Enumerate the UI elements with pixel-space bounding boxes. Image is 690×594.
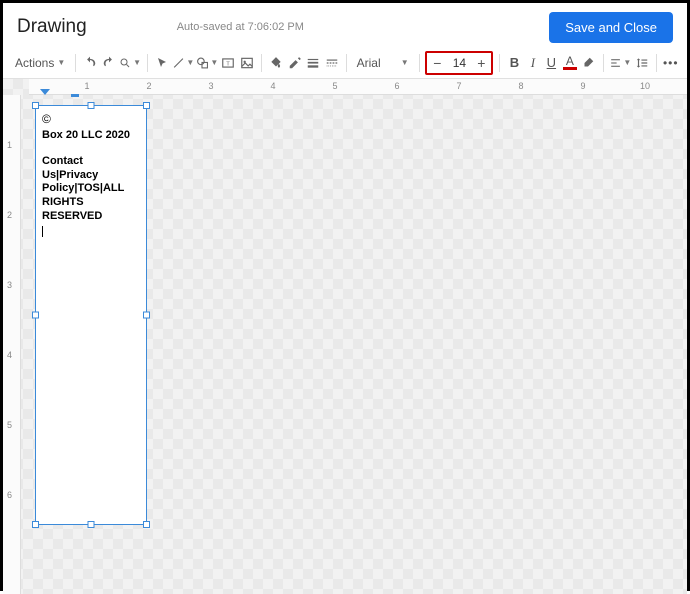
bold-button[interactable]: B [506,52,522,74]
actions-dropdown[interactable]: Actions ▼ [11,54,69,72]
font-family-dropdown[interactable]: Arial ▼ [353,56,413,70]
zoom-dropdown[interactable]: ▼ [119,52,141,74]
cursor-icon [156,57,168,69]
separator [603,54,604,72]
ruler-tick: 3 [7,280,12,290]
ruler-tick: 4 [270,81,275,91]
separator [656,54,657,72]
highlighter-icon [581,56,595,70]
text-color-button[interactable]: A [562,52,578,74]
ruler-tick: 6 [394,81,399,91]
vertical-ruler: 1 2 3 4 5 6 [3,95,21,594]
paint-bucket-icon [269,56,283,70]
resize-handle-tl[interactable] [32,102,39,109]
resize-handle-bl[interactable] [32,521,39,528]
underline-button[interactable]: U [543,52,559,74]
line-weight-icon [306,56,320,70]
align-icon [609,56,622,70]
ruler-tick: 6 [7,490,12,500]
pencil-icon [288,56,302,70]
image-icon [240,56,254,70]
canvas-inner: © Box 20 LLC 2020 Contact Us|Privacy Pol… [23,97,687,594]
chevron-down-icon: ▼ [133,58,141,67]
shape-tool[interactable]: ▼ [196,52,218,74]
text-caret [42,226,43,237]
separator [261,54,262,72]
ellipsis-icon: ••• [663,56,679,70]
chevron-down-icon: ▼ [401,58,409,67]
undo-button[interactable] [82,52,98,74]
textbox-icon: T [221,56,235,70]
italic-button[interactable]: I [525,52,541,74]
border-weight-button[interactable] [305,52,321,74]
horizontal-ruler: 1 2 3 4 5 6 7 8 9 10 [29,79,687,95]
toolbar: Actions ▼ ▼ ▼ ▼ T Arial [3,47,687,79]
font-size-increase-button[interactable]: + [472,54,490,72]
ruler-tick: 7 [456,81,461,91]
fill-color-button[interactable] [268,52,284,74]
border-color-button[interactable] [286,52,302,74]
redo-button[interactable] [101,52,117,74]
border-dash-button[interactable] [323,52,339,74]
font-size-input[interactable] [446,55,472,71]
font-name: Arial [357,56,381,70]
resize-handle-tr[interactable] [143,102,150,109]
svg-text:T: T [227,61,231,67]
ruler-tick: 3 [208,81,213,91]
separator [147,54,148,72]
resize-handle-tm[interactable] [88,102,95,109]
chevron-down-icon: ▼ [57,58,65,67]
selected-text-box[interactable]: © Box 20 LLC 2020 Contact Us|Privacy Pol… [35,105,147,525]
textbox-tool[interactable]: T [220,52,236,74]
ruler-tick: 9 [580,81,585,91]
ruler-tick: 2 [7,210,12,220]
resize-handle-br[interactable] [143,521,150,528]
ruler-tick: 10 [640,81,650,91]
zoom-icon [119,56,131,70]
separator [346,54,347,72]
ruler-tick: 2 [146,81,151,91]
separator [75,54,76,72]
textbox-line1: Box 20 LLC 2020 [42,129,140,143]
resize-handle-mr[interactable] [143,312,150,319]
textbox-para2: Contact Us|Privacy Policy|TOS|ALL RIGHTS… [42,155,124,222]
ruler-tick: 5 [7,420,12,430]
chevron-down-icon: ▼ [210,58,218,67]
line-icon [172,56,185,70]
actions-label: Actions [15,56,54,70]
highlight-color-button[interactable] [580,52,596,74]
separator [499,54,500,72]
resize-handle-ml[interactable] [32,312,39,319]
shape-icon [196,56,209,70]
font-size-group: − + [425,51,493,75]
ruler-tick: 1 [84,81,89,91]
ruler-tick: 4 [7,350,12,360]
separator [419,54,420,72]
image-tool[interactable] [239,52,255,74]
redo-icon [102,56,116,70]
textbox-copyright: © [42,112,140,127]
ruler-tick: 1 [7,140,12,150]
chevron-down-icon: ▼ [623,58,631,67]
line-dash-icon [325,56,339,70]
select-tool[interactable] [154,52,170,74]
drawing-canvas[interactable]: 1 2 3 4 5 6 7 8 9 10 1 2 3 4 5 6 © Box 20 LLC 2020 Con… [3,79,687,594]
line-spacing-icon [635,56,649,70]
line-spacing-button[interactable] [633,52,649,74]
resize-handle-bm[interactable] [88,521,95,528]
save-and-close-button[interactable]: Save and Close [549,12,673,43]
chevron-down-icon: ▼ [186,58,194,67]
autosave-status: Auto-saved at 7:06:02 PM [177,21,304,33]
more-options-button[interactable]: ••• [663,52,679,74]
align-dropdown[interactable]: ▼ [609,52,631,74]
indent-marker-first-line[interactable] [40,89,50,95]
undo-icon [83,56,97,70]
text-color-swatch [563,67,577,70]
font-size-decrease-button[interactable]: − [428,54,446,72]
dialog-title: Drawing [17,16,87,38]
ruler-tick: 8 [518,81,523,91]
text-color-letter: A [566,56,574,66]
ruler-tick: 5 [332,81,337,91]
line-tool[interactable]: ▼ [172,52,194,74]
